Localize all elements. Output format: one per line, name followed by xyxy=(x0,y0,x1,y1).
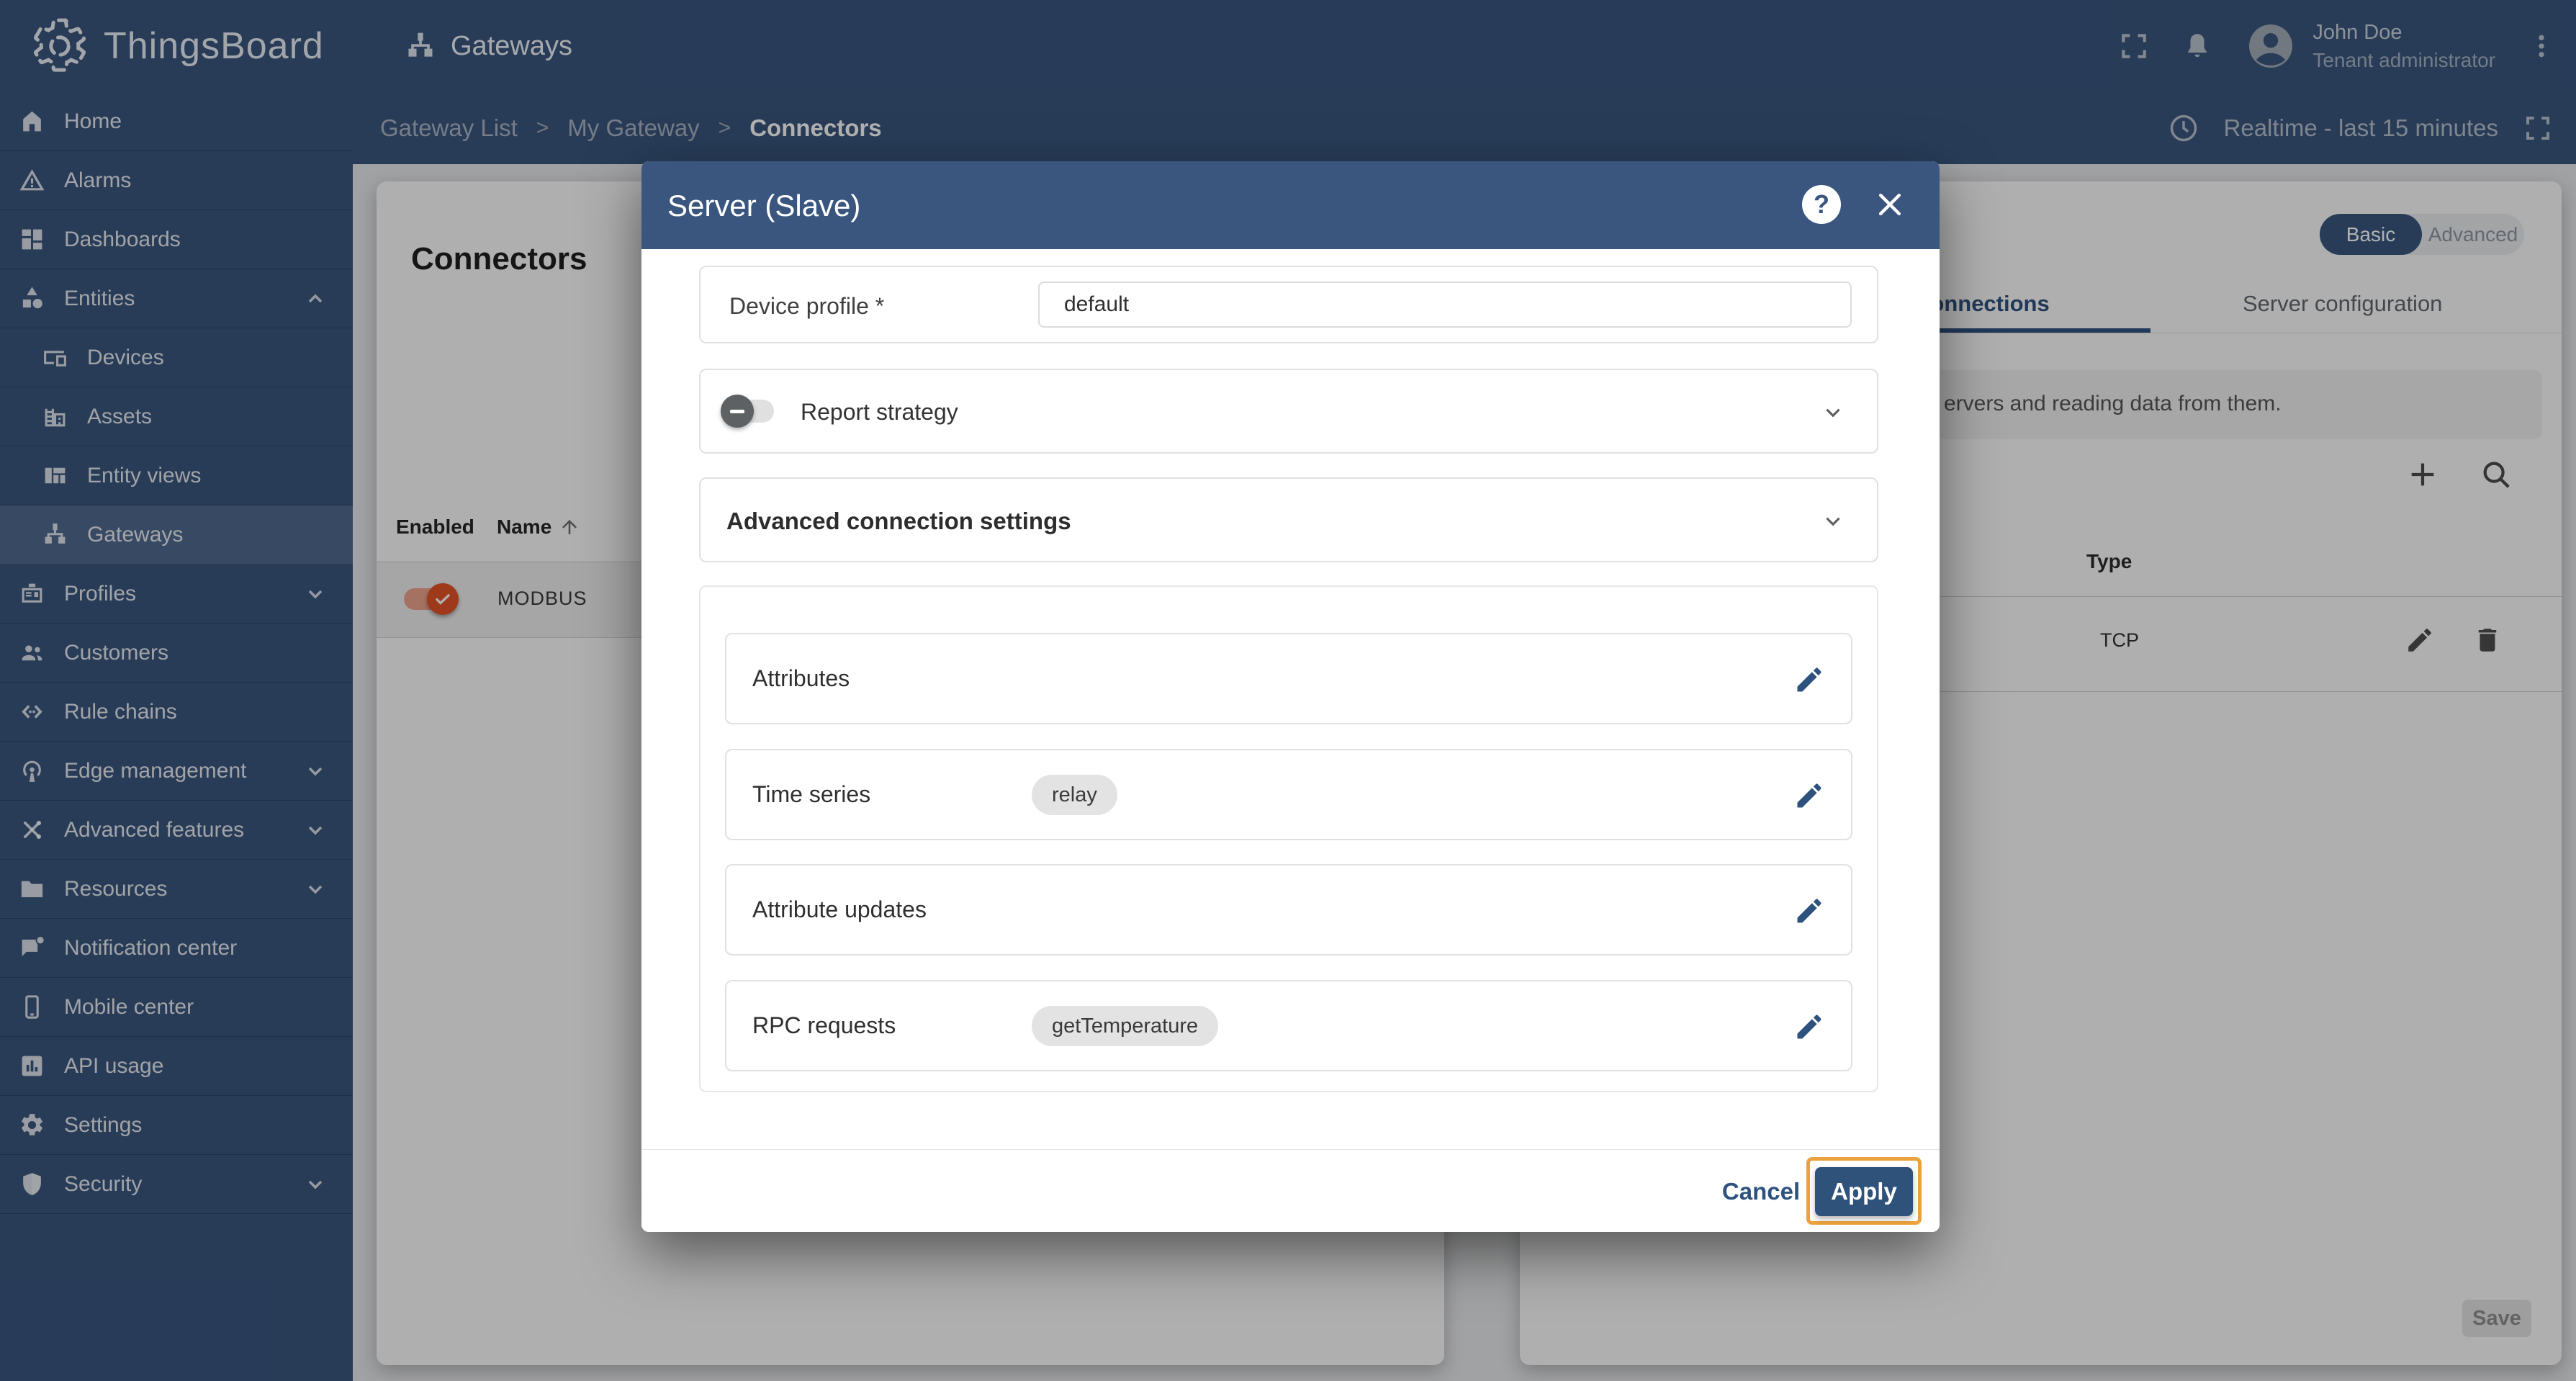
apply-button[interactable]: Apply xyxy=(1815,1167,1913,1216)
chevron-down-icon xyxy=(1821,509,1845,534)
report-strategy-label: Report strategy xyxy=(801,399,958,426)
attributes-label: Attributes xyxy=(752,665,1032,692)
advanced-settings-label: Advanced connection settings xyxy=(726,508,1071,535)
edit-rpc-requests-pencil-icon[interactable] xyxy=(1793,1011,1825,1043)
chevron-down-icon xyxy=(1821,400,1845,425)
device-profile-group: Device profile * xyxy=(699,266,1878,343)
attribute-updates-label: Attribute updates xyxy=(752,896,1032,923)
help-icon[interactable] xyxy=(1802,185,1841,224)
advanced-connection-settings-card[interactable]: Advanced connection settings xyxy=(699,477,1878,562)
close-icon[interactable] xyxy=(1874,189,1906,220)
time-series-chip: relay xyxy=(1032,775,1117,815)
data-mapping-group: Attributes Time series relay Attribute u… xyxy=(699,585,1878,1092)
device-profile-input[interactable] xyxy=(1038,282,1852,328)
toggle-minus-icon xyxy=(721,395,754,428)
rpc-requests-row: RPC requests getTemperature xyxy=(725,980,1852,1071)
attributes-row: Attributes xyxy=(725,633,1852,724)
thingsboard-app: ThingsBoard Gateways xyxy=(0,0,2576,1381)
dialog-header: Server (Slave) xyxy=(641,161,1940,249)
attribute-updates-row: Attribute updates xyxy=(725,864,1852,955)
edit-attributes-pencil-icon[interactable] xyxy=(1793,664,1825,696)
time-series-label: Time series xyxy=(752,781,1032,808)
edit-attribute-updates-pencil-icon[interactable] xyxy=(1793,895,1825,927)
device-profile-label: Device profile * xyxy=(729,293,884,320)
rpc-requests-chip: getTemperature xyxy=(1032,1006,1218,1046)
cancel-button[interactable]: Cancel xyxy=(1714,1169,1808,1215)
dialog-footer: Cancel Apply xyxy=(641,1149,1940,1233)
time-series-row: Time series relay xyxy=(725,749,1852,840)
edit-time-series-pencil-icon[interactable] xyxy=(1793,780,1825,811)
rpc-requests-label: RPC requests xyxy=(752,1012,1032,1039)
dialog-title: Server (Slave) xyxy=(667,189,860,223)
report-strategy-card[interactable]: Report strategy xyxy=(699,369,1878,454)
server-slave-dialog: Server (Slave) Device profile * Report s… xyxy=(641,161,1940,1232)
